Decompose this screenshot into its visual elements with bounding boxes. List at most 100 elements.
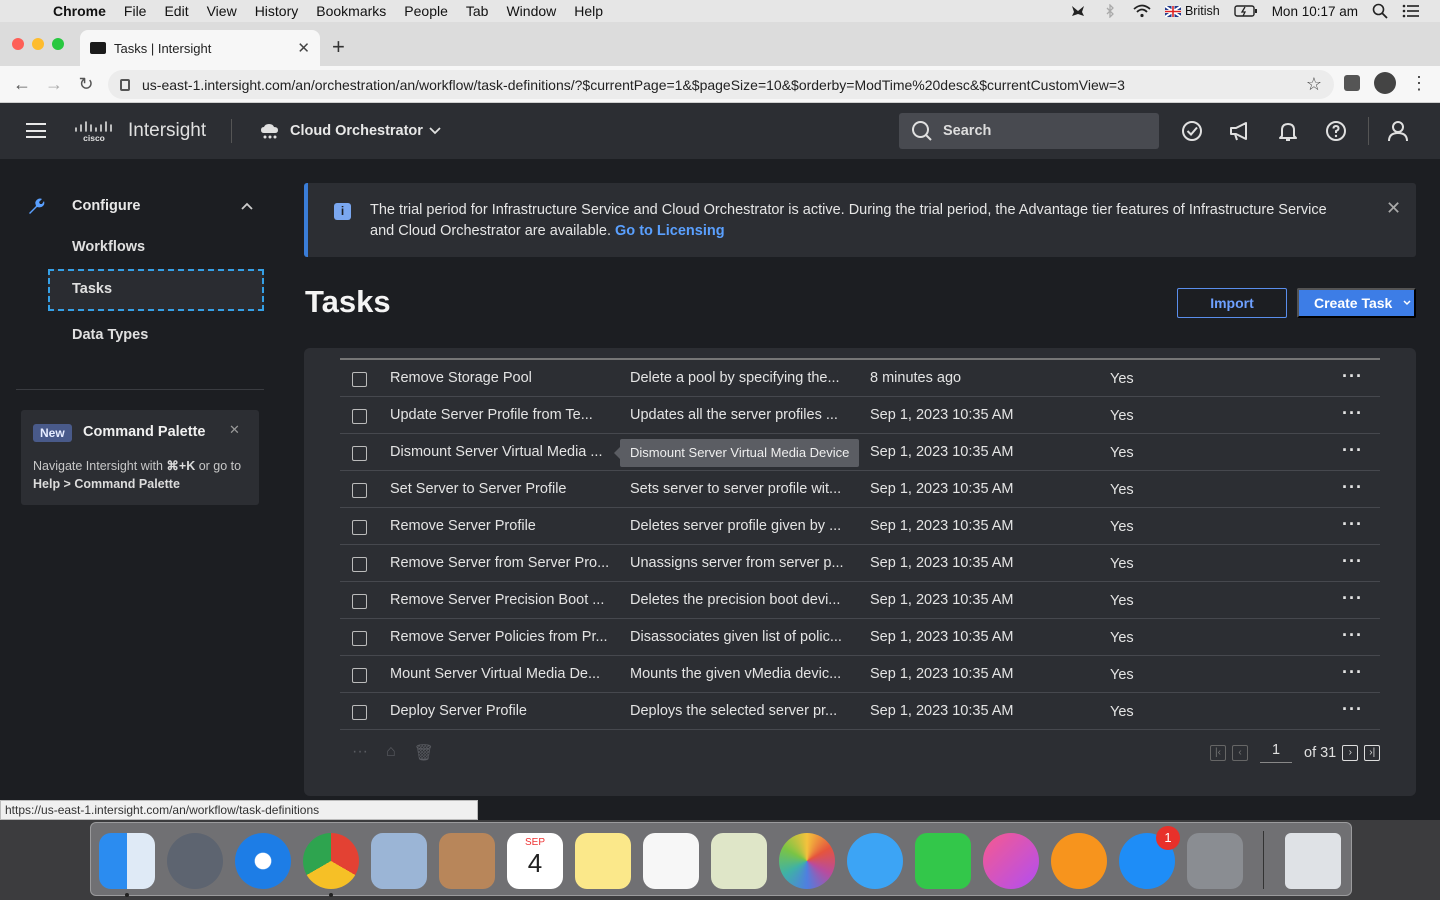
- requests-check-icon[interactable]: [1180, 119, 1204, 143]
- table-row[interactable]: Deploy Server Profile Deploys the selecte…: [340, 693, 1380, 730]
- brand-name[interactable]: Intersight: [128, 120, 206, 142]
- row-actions-icon[interactable]: ···: [1342, 403, 1363, 424]
- window-minimize-button[interactable]: [32, 38, 44, 50]
- notification-center-icon[interactable]: [1402, 4, 1420, 18]
- row-actions-icon[interactable]: ···: [1342, 699, 1363, 720]
- table-row[interactable]: Remove Server Policies from Pr... Disasso…: [340, 619, 1380, 656]
- row-checkbox[interactable]: [352, 483, 367, 498]
- user-profile-icon[interactable]: [1386, 119, 1410, 143]
- table-row[interactable]: Dismount Server Virtual Media ... Sep 1, …: [340, 434, 1380, 471]
- close-icon[interactable]: ✕: [229, 422, 240, 438]
- table-row[interactable]: Remove Server Precision Boot ... Deletes …: [340, 582, 1380, 619]
- reminders-icon[interactable]: [643, 833, 699, 889]
- task-name[interactable]: Mount Server Virtual Media De...: [390, 666, 618, 682]
- messages-icon[interactable]: [847, 833, 903, 889]
- sidebar-item-workflows[interactable]: Workflows: [72, 239, 145, 255]
- close-icon[interactable]: ✕: [1386, 198, 1401, 219]
- task-name[interactable]: Deploy Server Profile: [390, 703, 618, 719]
- table-row[interactable]: Mount Server Virtual Media De... Mounts t…: [340, 656, 1380, 693]
- extension-status-icon[interactable]: [1069, 4, 1087, 18]
- table-row[interactable]: Update Server Profile from Te... Updates …: [340, 397, 1380, 434]
- menu-history[interactable]: History: [246, 3, 308, 19]
- table-row[interactable]: Remove Server from Server Pro... Unassign…: [340, 545, 1380, 582]
- task-name[interactable]: Remove Server from Server Pro...: [390, 555, 618, 571]
- row-checkbox[interactable]: [352, 446, 367, 461]
- spotlight-search-icon[interactable]: [1372, 3, 1388, 19]
- more-actions-icon[interactable]: ···: [352, 743, 368, 763]
- row-actions-icon[interactable]: ···: [1342, 551, 1363, 572]
- window-zoom-button[interactable]: [52, 38, 64, 50]
- bluetooth-icon[interactable]: [1101, 4, 1119, 18]
- window-close-button[interactable]: [12, 38, 24, 50]
- wifi-icon[interactable]: [1133, 4, 1151, 18]
- task-name[interactable]: Remove Server Policies from Pr...: [390, 629, 618, 645]
- launchpad-icon[interactable]: [167, 833, 223, 889]
- books-icon[interactable]: [1051, 833, 1107, 889]
- row-actions-icon[interactable]: ···: [1342, 477, 1363, 498]
- safari-icon[interactable]: [235, 833, 291, 889]
- row-checkbox[interactable]: [352, 409, 367, 424]
- task-name[interactable]: Remove Storage Pool: [390, 370, 618, 386]
- trash-icon[interactable]: 🗑: [414, 743, 434, 763]
- global-search[interactable]: Search: [899, 113, 1159, 149]
- row-actions-icon[interactable]: ···: [1342, 514, 1363, 535]
- last-page-icon[interactable]: ›|: [1364, 744, 1381, 761]
- new-tab-icon[interactable]: +: [332, 34, 345, 60]
- row-checkbox[interactable]: [352, 520, 367, 535]
- menu-people[interactable]: People: [395, 3, 457, 19]
- music-icon[interactable]: [983, 833, 1039, 889]
- browser-tab-active[interactable]: Tasks | Intersight ✕: [80, 30, 320, 66]
- prev-page-icon[interactable]: ‹: [1232, 744, 1248, 761]
- photos-icon[interactable]: [779, 833, 835, 889]
- chrome-icon[interactable]: [303, 833, 359, 889]
- address-bar[interactable]: us-east-1.intersight.com/an/orchestratio…: [108, 70, 1334, 99]
- row-checkbox[interactable]: [352, 557, 367, 572]
- task-name[interactable]: Remove Server Profile: [390, 518, 618, 534]
- chrome-profile-avatar[interactable]: [1374, 72, 1396, 94]
- chevron-up-icon[interactable]: [240, 199, 254, 213]
- menu-tab[interactable]: Tab: [457, 3, 498, 19]
- menu-edit[interactable]: Edit: [155, 3, 197, 19]
- bookmark-star-icon[interactable]: ☆: [1306, 74, 1322, 95]
- extensions-puzzle-icon[interactable]: [1344, 75, 1360, 91]
- tab-close-icon[interactable]: ✕: [297, 39, 310, 57]
- calendar-icon[interactable]: SEP 4: [507, 833, 563, 889]
- tag-icon[interactable]: ⌂: [386, 743, 396, 763]
- row-actions-icon[interactable]: ···: [1342, 366, 1363, 387]
- announcements-megaphone-icon[interactable]: [1228, 119, 1252, 143]
- maps-icon[interactable]: [711, 833, 767, 889]
- sidebar-item-data-types[interactable]: Data Types: [72, 327, 148, 343]
- facetime-icon[interactable]: [915, 833, 971, 889]
- go-to-licensing-link[interactable]: Go to Licensing: [615, 223, 725, 239]
- row-checkbox[interactable]: [352, 372, 367, 387]
- first-page-icon[interactable]: |‹: [1210, 744, 1226, 761]
- help-icon[interactable]: [1324, 119, 1348, 143]
- menu-view[interactable]: View: [198, 3, 246, 19]
- menu-bookmarks[interactable]: Bookmarks: [307, 3, 395, 19]
- row-checkbox[interactable]: [352, 668, 367, 683]
- address-url[interactable]: us-east-1.intersight.com/an/orchestratio…: [142, 77, 1125, 93]
- chevron-down-icon[interactable]: [428, 124, 442, 138]
- menu-window[interactable]: Window: [497, 3, 565, 19]
- task-name[interactable]: Set Server to Server Profile: [390, 481, 618, 497]
- chrome-menu-icon[interactable]: ⋮: [1410, 74, 1428, 92]
- row-actions-icon[interactable]: ···: [1342, 625, 1363, 646]
- row-actions-icon[interactable]: ···: [1342, 662, 1363, 683]
- next-page-icon[interactable]: ›: [1342, 744, 1359, 761]
- trash-icon[interactable]: [1285, 833, 1341, 889]
- task-name[interactable]: Update Server Profile from Te...: [390, 407, 618, 423]
- sidebar-section-configure[interactable]: Configure: [26, 196, 140, 216]
- contacts-icon[interactable]: [439, 833, 495, 889]
- menubar-clock[interactable]: Mon 10:17 am: [1272, 4, 1358, 19]
- menu-help[interactable]: Help: [565, 3, 612, 19]
- system-preferences-icon[interactable]: [1187, 833, 1243, 889]
- row-checkbox[interactable]: [352, 705, 367, 720]
- task-name[interactable]: Dismount Server Virtual Media ...: [390, 444, 618, 460]
- row-checkbox[interactable]: [352, 594, 367, 609]
- row-actions-icon[interactable]: ···: [1342, 440, 1363, 461]
- table-row[interactable]: Remove Server Profile Deletes server prof…: [340, 508, 1380, 545]
- row-actions-icon[interactable]: ···: [1342, 588, 1363, 609]
- import-button[interactable]: Import: [1177, 288, 1287, 318]
- input-source[interactable]: British: [1164, 4, 1220, 18]
- service-switcher[interactable]: Cloud Orchestrator: [290, 123, 423, 139]
